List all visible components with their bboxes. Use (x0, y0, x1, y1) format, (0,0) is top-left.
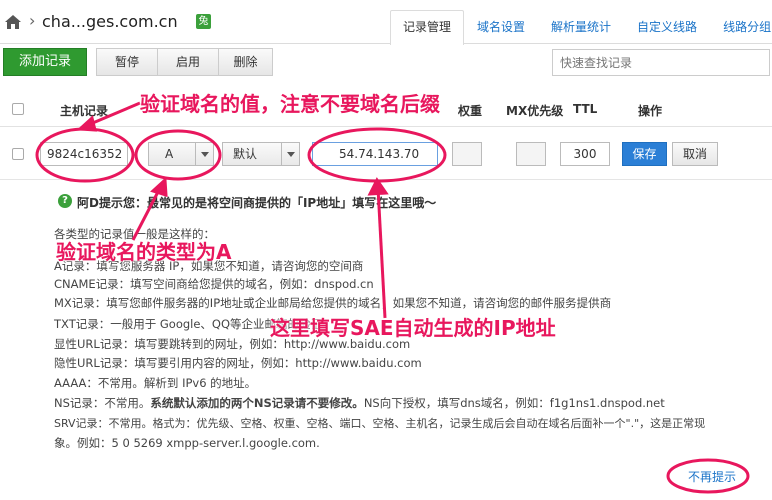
search-input[interactable] (552, 49, 770, 76)
tab-custom-lines[interactable]: 自定义线路 (624, 10, 710, 45)
tab-line-groups[interactable]: 线路分组 (710, 10, 772, 45)
line-select[interactable]: 默认 (222, 142, 300, 166)
tab-stats[interactable]: 解析量统计 (538, 10, 624, 45)
ns-warning: 系统默认添加的两个NS记录请不要修改。 (150, 396, 364, 410)
tip-line: CNAME记录：填写空间商给您提供的域名，例如：dnspod.cn (54, 277, 374, 291)
home-icon[interactable] (4, 14, 22, 30)
ns-suffix: NS向下授权，填写dns域名，例如：f1g1ns1.dnspod.net (363, 396, 665, 410)
status-badge: 兔 (196, 14, 211, 29)
column-host: 主机记录 (60, 104, 109, 118)
column-mx: MX优先级 (506, 104, 564, 118)
column-weight: 权重 (458, 104, 483, 118)
host-field[interactable]: 9824c16352 (40, 142, 128, 166)
delete-button[interactable]: 删除 (218, 48, 273, 76)
enable-button[interactable]: 启用 (157, 48, 219, 76)
pause-button[interactable]: 暂停 (96, 48, 158, 76)
tip-line: MX记录：填写您邮件服务器的IP地址或企业邮局给您提供的域名，如果您不知道，请咨… (54, 296, 612, 310)
annotation-host-note: 验证域名的值，注意不要域名后缀 (140, 92, 440, 116)
tips-title: 阿D提示您：最常见的是将空间商提供的「IP地址」填写在这里哦～ (77, 196, 437, 210)
tip-line: 象。例如：5 0 5269 xmpp-server.l.google.com. (54, 436, 320, 450)
column-operations: 操作 (638, 104, 663, 118)
record-value-field[interactable]: 54.74.143.70 (312, 142, 438, 166)
tip-line: 隐性URL记录：填写要引用内容的网址，例如：http://www.baidu.c… (54, 356, 422, 370)
tip-line-ns: NS记录：不常用。系统默认添加的两个NS记录请不要修改。NS向下授权，填写dns… (54, 395, 665, 411)
line-value: 默认 (233, 147, 258, 161)
select-all-checkbox[interactable] (12, 103, 24, 115)
tab-bar: 记录管理 域名设置 解析量统计 自定义线路 线路分组 (390, 10, 772, 45)
top-header: › cha...ges.com.cn 兔 记录管理 域名设置 解析量统计 自定义… (0, 0, 772, 45)
cancel-button[interactable]: 取消 (672, 142, 718, 166)
annotation-type-note: 验证域名的类型为A (56, 240, 232, 264)
breadcrumb-chevron-icon: › (29, 11, 36, 30)
tab-records[interactable]: 记录管理 (390, 10, 465, 45)
ttl-field[interactable]: 300 (560, 142, 610, 166)
record-type-select[interactable]: A (148, 142, 214, 166)
domain-title: cha...ges.com.cn (42, 12, 178, 31)
mx-field[interactable] (516, 142, 546, 166)
question-icon: ? (58, 194, 72, 208)
annotation-ip-note: 这里填写SAE自动生成的IP地址 (270, 316, 556, 340)
chevron-down-icon (281, 143, 299, 165)
chevron-down-icon (195, 143, 213, 165)
tab-domain-settings[interactable]: 域名设置 (464, 10, 538, 45)
dismiss-tips-link[interactable]: 不再提示 (688, 468, 736, 485)
add-record-button[interactable]: 添加记录 (3, 48, 87, 76)
save-button[interactable]: 保存 (622, 142, 667, 166)
column-ttl: TTL (573, 102, 598, 116)
row-checkbox[interactable] (12, 148, 24, 160)
tip-line: AAAA：不常用。解析到 IPv6 的地址。 (54, 376, 257, 390)
record-type-value: A (165, 147, 174, 161)
ns-prefix: NS记录：不常用。 (54, 396, 151, 410)
weight-field[interactable] (452, 142, 482, 166)
tip-line: SRV记录：不常用。格式为：优先级、空格、权重、空格、端口、空格、主机名，记录生… (54, 417, 706, 430)
